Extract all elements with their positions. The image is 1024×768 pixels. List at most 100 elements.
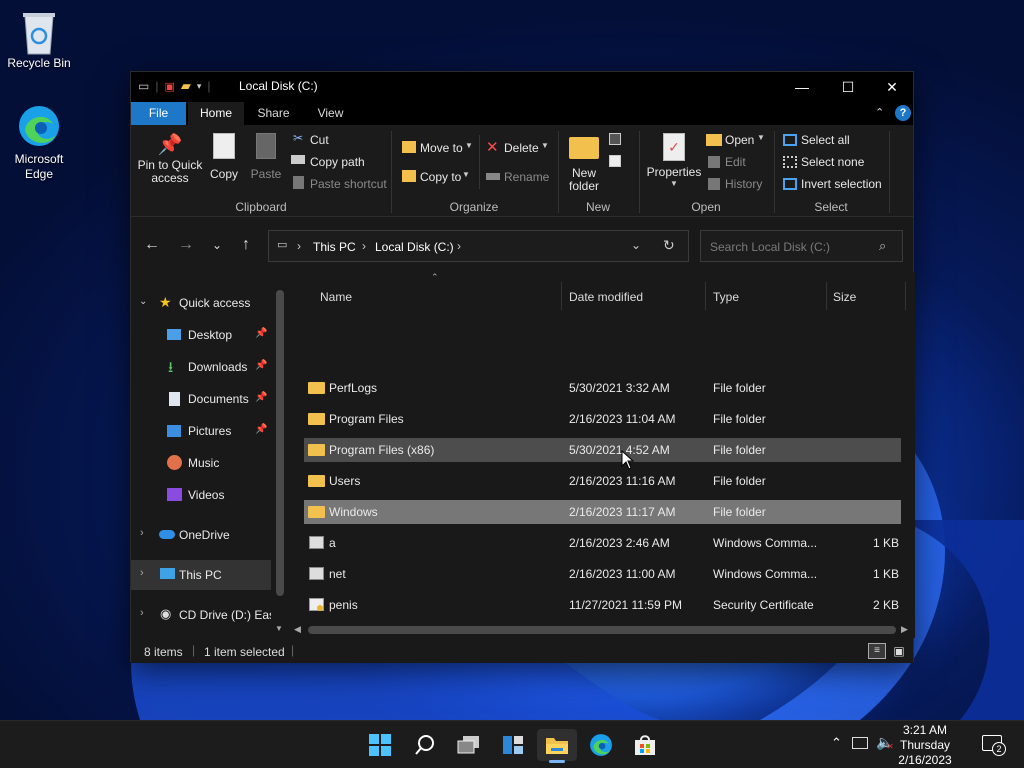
- edit-button[interactable]: Edit: [725, 155, 746, 169]
- column-header-size[interactable]: Size: [828, 282, 906, 310]
- file-row[interactable]: Program Files (x86) 5/30/2021 4:52 AM Fi…: [304, 438, 901, 462]
- sidebar-item-downloads[interactable]: ⭳ Downloads 📌: [131, 352, 271, 382]
- rename-button[interactable]: Rename: [504, 170, 549, 184]
- sidebar-item-cd-drive[interactable]: › ◉ CD Drive (D:) Eas: [131, 600, 275, 630]
- file-date: 2/16/2023 11:04 AM: [569, 412, 676, 426]
- breadcrumb-local-disk[interactable]: Local Disk (C:): [375, 240, 454, 254]
- widgets-icon[interactable]: [493, 729, 533, 761]
- file-explorer-icon[interactable]: [537, 729, 577, 763]
- open-button[interactable]: Open: [725, 133, 754, 147]
- properties-icon[interactable]: ▣: [164, 80, 174, 93]
- invert-selection-button[interactable]: Invert selection: [801, 177, 882, 191]
- help-icon[interactable]: ?: [895, 105, 911, 121]
- breadcrumb-separator: ›: [297, 239, 301, 253]
- sidebar-item-onedrive[interactable]: › OneDrive: [131, 520, 271, 550]
- notifications-icon[interactable]: 2: [982, 735, 1006, 756]
- select-none-button[interactable]: Select none: [801, 155, 864, 169]
- sidebar-item-quick-access[interactable]: ⌄ ★ Quick access: [131, 288, 271, 318]
- search-input[interactable]: Search Local Disk (C:): [710, 240, 830, 254]
- chevron-down-icon[interactable]: ▼: [462, 170, 470, 179]
- group-organize: Organize: [449, 200, 499, 214]
- file-row[interactable]: Users 2/16/2023 11:16 AM File folder: [304, 469, 901, 493]
- tab-file[interactable]: File: [131, 102, 186, 125]
- pin-quick-access-button[interactable]: 📌 Pin to Quick access: [137, 129, 203, 197]
- large-icons-view-icon[interactable]: ▣: [891, 643, 907, 659]
- scroll-right-icon[interactable]: ▶: [901, 624, 908, 635]
- sidebar-item-pictures[interactable]: Pictures 📌: [131, 416, 271, 446]
- windows-start-icon[interactable]: [360, 729, 400, 761]
- sidebar-item-desktop[interactable]: Desktop 📌: [131, 320, 271, 350]
- horizontal-scrollbar[interactable]: ◀ ▶: [288, 621, 915, 638]
- edge-icon[interactable]: [581, 729, 621, 761]
- column-header-type[interactable]: Type: [707, 282, 827, 310]
- file-date: 2/16/2023 11:16 AM: [569, 474, 676, 488]
- sidebar-item-music[interactable]: Music: [131, 448, 271, 478]
- chevron-down-icon[interactable]: ▼: [541, 141, 549, 150]
- paste-button[interactable]: Paste: [248, 129, 284, 197]
- file-row[interactable]: PerfLogs 5/30/2021 3:32 AM File folder: [304, 376, 901, 400]
- file-row[interactable]: net 2/16/2023 11:00 AM Windows Comma... …: [304, 562, 901, 586]
- scroll-left-icon[interactable]: ◀: [294, 624, 301, 635]
- forward-arrow-icon[interactable]: →: [175, 234, 197, 256]
- copy-button[interactable]: Copy: [206, 129, 242, 197]
- new-item-icon[interactable]: [609, 133, 621, 145]
- column-header-name[interactable]: Name: [304, 282, 562, 310]
- scrollbar-thumb[interactable]: [308, 626, 896, 634]
- network-icon[interactable]: [852, 737, 868, 749]
- move-to-button[interactable]: Move to: [420, 141, 463, 155]
- easy-access-icon[interactable]: [609, 155, 621, 167]
- cut-button[interactable]: Cut: [310, 133, 329, 147]
- refresh-icon[interactable]: ↻: [663, 237, 675, 254]
- close-button[interactable]: ✕: [869, 72, 915, 102]
- file-row[interactable]: Windows 2/16/2023 11:17 AM File folder: [304, 500, 901, 524]
- recycle-bin-label: Recycle Bin: [7, 56, 71, 70]
- copy-to-button[interactable]: Copy to: [420, 170, 461, 184]
- sidebar-item-this-pc[interactable]: › This PC: [131, 560, 271, 590]
- sidebar-scrollbar[interactable]: ▼: [271, 272, 288, 638]
- file-row[interactable]: Program Files 2/16/2023 11:04 AM File fo…: [304, 407, 901, 431]
- new-folder-button[interactable]: New folder: [563, 129, 605, 197]
- recent-locations-icon[interactable]: ⌄: [206, 234, 228, 256]
- tab-home[interactable]: Home: [188, 102, 244, 125]
- scroll-down-icon[interactable]: ▼: [275, 624, 283, 633]
- file-type: File folder: [713, 412, 766, 426]
- history-button[interactable]: History: [725, 177, 762, 191]
- paste-shortcut-button[interactable]: Paste shortcut: [310, 177, 387, 191]
- new-folder-icon[interactable]: ▰: [181, 78, 191, 94]
- sidebar-item-videos[interactable]: Videos: [131, 480, 271, 510]
- search-box[interactable]: Search Local Disk (C:) ⌕: [700, 230, 903, 262]
- search-icon[interactable]: [405, 729, 445, 761]
- details-view-icon[interactable]: ≡: [868, 643, 886, 659]
- invert-selection-icon: [783, 178, 797, 190]
- chevron-down-icon[interactable]: ⌄: [631, 238, 641, 252]
- desktop-icon-edge[interactable]: Microsoft Edge: [1, 104, 77, 182]
- collapse-ribbon-icon[interactable]: ⌃: [875, 106, 884, 119]
- up-arrow-icon[interactable]: ↑: [235, 234, 257, 256]
- column-header-date[interactable]: Date modified: [563, 282, 706, 310]
- file-row[interactable]: a 2/16/2023 2:46 AM Windows Comma... 1 K…: [304, 531, 901, 555]
- show-hidden-icons-chevron-up-icon[interactable]: ⌃: [831, 735, 842, 751]
- address-bar[interactable]: ▭ › This PC › Local Disk (C:) › ⌄ ↻: [268, 230, 689, 262]
- minimize-button[interactable]: —: [779, 72, 825, 102]
- sidebar-item-documents[interactable]: Documents 📌: [131, 384, 271, 414]
- copy-path-button[interactable]: Copy path: [310, 155, 365, 169]
- tab-view[interactable]: View: [303, 102, 358, 125]
- task-view-icon[interactable]: [449, 729, 489, 761]
- delete-button[interactable]: Delete: [504, 141, 539, 155]
- chevron-down-icon[interactable]: ▾: [197, 81, 202, 92]
- chevron-down-icon[interactable]: ▼: [757, 133, 765, 142]
- system-clock[interactable]: 3:21 AM Thursday 2/16/2023: [890, 723, 960, 768]
- back-arrow-icon[interactable]: ←: [141, 234, 163, 256]
- maximize-button[interactable]: ☐: [825, 72, 871, 102]
- properties-button[interactable]: ✓ Properties ▼: [644, 129, 704, 197]
- select-all-button[interactable]: Select all: [801, 133, 850, 147]
- cd-drive-icon: ◉: [160, 606, 172, 621]
- file-row[interactable]: penis 11/27/2021 11:59 PM Security Certi…: [304, 593, 901, 617]
- file-type: Security Certificate: [713, 598, 814, 612]
- desktop-icon-recycle-bin[interactable]: Recycle Bin: [1, 8, 77, 71]
- scrollbar-thumb[interactable]: [276, 290, 284, 596]
- tab-share[interactable]: Share: [246, 102, 301, 125]
- store-icon[interactable]: [625, 729, 665, 761]
- breadcrumb-this-pc[interactable]: This PC: [313, 240, 356, 254]
- chevron-down-icon[interactable]: ▼: [465, 141, 473, 150]
